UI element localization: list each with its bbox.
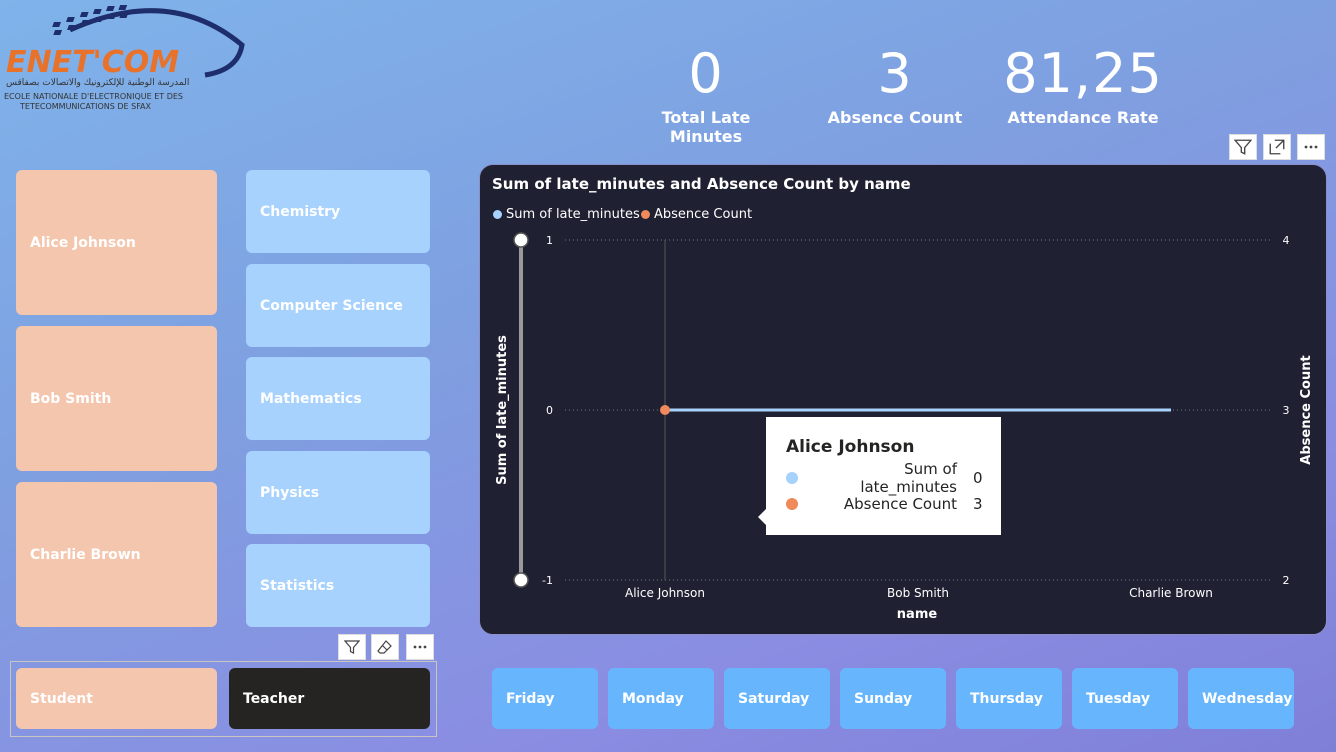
kpi-label: Attendance Rate [1007, 108, 1159, 127]
tooltip-row: Absence Count 3 [786, 491, 983, 517]
zoom-slider-handle-icon [513, 232, 529, 248]
tooltip-dot-icon [786, 472, 798, 484]
y2-axis-title: Absence Count [1299, 355, 1314, 464]
chart-tooltip: Alice Johnson Sum of late_minutes 0 Abse… [758, 417, 1001, 535]
zoom-slider-handle-icon [513, 572, 529, 588]
kpi-total-late-minutes: 0 Total Late Minutes [626, 42, 786, 147]
logo-line2: TETECOMMUNICATIONS DE SFAX [20, 102, 152, 111]
zoom-slider-track [519, 240, 523, 580]
logo-arabic-text: المدرسة الوطنية للإلكترونيك والاتصالات ب… [6, 78, 190, 88]
kpi-value: 3 [877, 42, 913, 105]
slicer-student-bob[interactable]: Bob Smith [16, 326, 217, 471]
y-tick-label: -1 [542, 574, 553, 587]
slicer-day-wednesday[interactable]: Wednesday [1188, 668, 1294, 729]
slicer-day-sunday[interactable]: Sunday [840, 668, 946, 729]
kpi-label: Total Late Minutes [661, 108, 751, 146]
x-axis-title: name [897, 607, 938, 622]
slicer-day-thursday[interactable]: Thursday [956, 668, 1062, 729]
x-tick-label: Alice Johnson [625, 586, 705, 600]
x-tick-label: Charlie Brown [1129, 586, 1213, 600]
y2-tick-label: 3 [1283, 404, 1290, 417]
kpi-attendance-rate: 81,25 Attendance Rate [998, 42, 1168, 128]
chart-plot: 1 0 -1 4 3 2 Alice Johnson Bob Smith Charlie Bro… [495, 232, 1314, 622]
slicer-student-alice[interactable]: Alice Johnson [16, 170, 217, 315]
slicer-role-teacher[interactable]: Teacher [229, 668, 430, 729]
kpi-label: Absence Count [827, 108, 963, 127]
enetcom-logo: ENET'COM المدرسة الوطنية للإلكترونيك وال… [0, 0, 250, 115]
kpi-absence-count: 3 Absence Count [815, 42, 975, 128]
slicer-day-saturday[interactable]: Saturday [724, 668, 830, 729]
slicer-subject-statistics[interactable]: Statistics [246, 544, 430, 627]
tooltip-title: Alice Johnson [786, 437, 915, 457]
logo-line1: ECOLE NATIONALE D'ELECTRONIQUE ET DES [4, 92, 184, 101]
x-tick-label: Bob Smith [887, 586, 949, 600]
tooltip-value: 0 [973, 469, 983, 487]
kpi-value: 81,25 [1003, 42, 1163, 105]
eraser-icon[interactable] [371, 634, 399, 660]
y2-tick-label: 2 [1283, 574, 1290, 587]
slicer-subject-computer-science[interactable]: Computer Science [246, 264, 430, 347]
tooltip-label: Sum of late_minutes [860, 460, 957, 496]
y-axis-title: Sum of late_minutes [495, 335, 510, 485]
more-options-icon[interactable] [406, 634, 434, 660]
filter-icon[interactable] [338, 634, 366, 660]
slicer-subject-chemistry[interactable]: Chemistry [246, 170, 430, 253]
slicer-student-charlie[interactable]: Charlie Brown [16, 482, 217, 627]
tooltip-row: Sum of late_minutes 0 [786, 460, 983, 496]
line-chart-card[interactable]: Sum of late_minutes and Absence Count by… [479, 164, 1327, 635]
y-tick-label: 0 [546, 404, 553, 417]
more-options-icon[interactable] [1297, 134, 1325, 160]
tooltip-dot-icon [786, 498, 798, 510]
slicer-day-monday[interactable]: Monday [608, 668, 714, 729]
slicer-subject-mathematics[interactable]: Mathematics [246, 357, 430, 440]
focus-mode-icon[interactable] [1263, 134, 1291, 160]
tooltip-value: 3 [973, 495, 983, 513]
slicer-day-friday[interactable]: Friday [492, 668, 598, 729]
data-point [660, 405, 670, 415]
y2-tick-label: 4 [1283, 234, 1290, 247]
tooltip-label: Absence Count [843, 495, 957, 513]
logo-graphic: ENET'COM [6, 5, 245, 80]
svg-text:ENET'COM: ENET'COM [6, 45, 179, 80]
slicer-role-student[interactable]: Student [16, 668, 217, 729]
slicer-subject-physics[interactable]: Physics [246, 451, 430, 534]
y-tick-label: 1 [546, 234, 553, 247]
filter-icon[interactable] [1229, 134, 1257, 160]
kpi-value: 0 [688, 42, 724, 105]
slicer-day-tuesday[interactable]: Tuesday [1072, 668, 1178, 729]
